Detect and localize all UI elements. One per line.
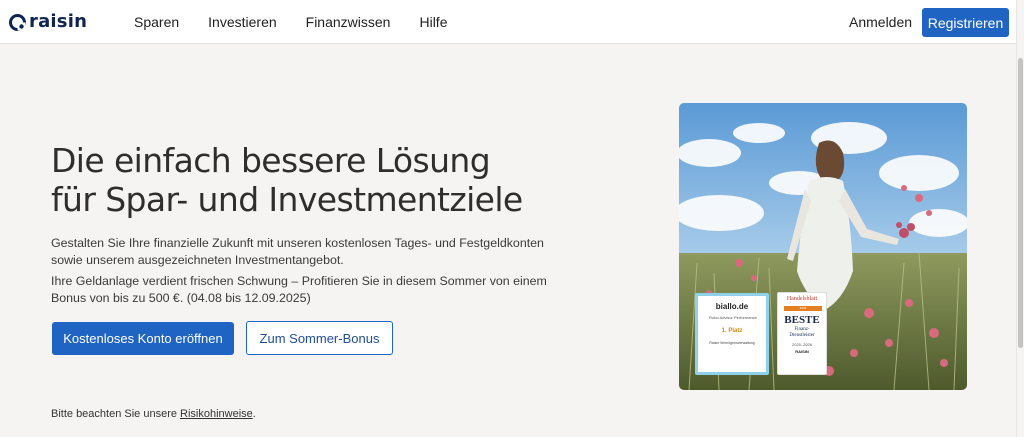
handelsblatt-category-line-1: Finanz-	[794, 327, 810, 332]
risk-notice-link[interactable]: Risikohinweise	[180, 408, 253, 420]
handelsblatt-year-tag: 2025	[784, 306, 822, 311]
scrollbar-thumb[interactable]	[1018, 58, 1023, 348]
register-button[interactable]: Registrieren	[922, 8, 1009, 37]
risk-note-period: .	[252, 408, 256, 420]
top-navigation: raisin Sparen Investieren Finanzwissen H…	[0, 0, 1016, 44]
main-nav: Sparen Investieren Finanzwissen Hilfe	[134, 0, 476, 44]
handelsblatt-award-badge: Handelsblatt 2025 BESTE Finanz- Dienstle…	[777, 292, 827, 375]
handelsblatt-category: Finanz- Dienstleister	[778, 327, 826, 339]
login-link[interactable]: Anmelden	[849, 14, 912, 30]
handelsblatt-category-line-2: Dienstleister	[789, 333, 815, 338]
risk-note-text: Bitte beachten Sie unsere	[51, 408, 181, 420]
biallo-logo: biallo.de	[715, 302, 749, 311]
raisin-logo[interactable]: raisin	[9, 12, 87, 32]
title-line-1: Die einfach bessere Lösung	[51, 141, 491, 180]
nav-item-investieren[interactable]: Investieren	[208, 14, 276, 30]
handelsblatt-logo: Handelsblatt	[786, 296, 818, 302]
summer-bonus-button[interactable]: Zum Sommer-Bonus	[246, 321, 393, 355]
logo-text: raisin	[29, 11, 88, 32]
page-title: Die einfach bessere Lösung für Spar- und…	[51, 141, 611, 219]
handelsblatt-years: 2025–2026	[791, 342, 813, 347]
biallo-place: 1. Platz	[721, 328, 743, 334]
biallo-award-badge: biallo.de Robo Advisor Performance 1. Pl…	[695, 293, 769, 375]
handelsblatt-brand: RAISIN	[795, 349, 809, 354]
nav-item-hilfe[interactable]: Hilfe	[419, 14, 447, 30]
scrollbar[interactable]	[1016, 0, 1024, 437]
open-account-button[interactable]: Kostenloses Konto eröffnen	[52, 322, 234, 355]
biallo-detail: Raisin Vermögensverwaltung	[709, 341, 755, 345]
hero-image: biallo.de Robo Advisor Performance 1. Pl…	[679, 103, 967, 390]
bonus-paragraph: Ihre Geldanlage verdient frischen Schwun…	[51, 274, 547, 305]
nav-item-sparen[interactable]: Sparen	[134, 14, 179, 30]
title-line-2: für Spar- und Investmentziele	[51, 180, 523, 219]
handelsblatt-beste: BESTE	[784, 314, 820, 326]
risk-note: Bitte beachten Sie unsere Risikohinweise…	[51, 408, 256, 420]
biallo-subtitle: Robo Advisor Performance	[709, 315, 757, 320]
nav-item-finanzwissen[interactable]: Finanzwissen	[306, 14, 391, 30]
intro-paragraph: Gestalten Sie Ihre finanzielle Zukunft m…	[51, 236, 544, 267]
raisin-logo-icon	[9, 13, 26, 31]
